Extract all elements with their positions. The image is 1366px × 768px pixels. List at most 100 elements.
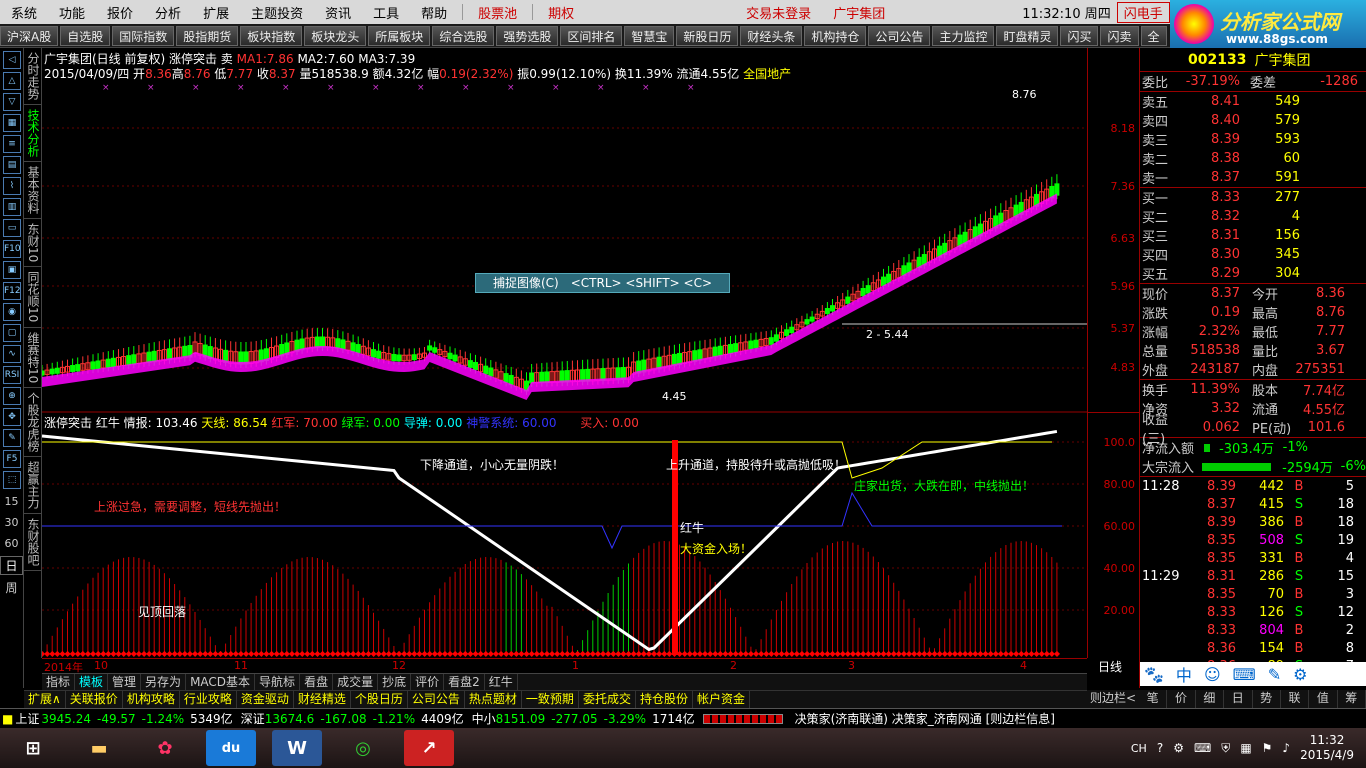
toolbar-button[interactable]: 财经头条	[740, 25, 803, 46]
toolbar-button[interactable]: 强势选股	[496, 25, 559, 46]
zoom-icon[interactable]: ⊕	[3, 387, 21, 405]
record-icon[interactable]: ◉	[3, 303, 21, 321]
indicator-tab[interactable]: 评价	[411, 674, 445, 690]
sidebar-toggle[interactable]: 则边栏<	[1087, 690, 1139, 708]
extension-tab[interactable]: 一致预期	[522, 691, 579, 708]
order-row[interactable]: 买五 8.29 304	[1140, 264, 1366, 283]
quote-tab[interactable]: 笔	[1139, 690, 1168, 708]
toolbar-button[interactable]: 自选股	[60, 25, 111, 46]
order-row[interactable]: 卖五 8.41 549	[1140, 92, 1366, 111]
vertical-tab[interactable]: 东财10	[24, 219, 42, 268]
vertical-tab[interactable]: 分时走势	[24, 48, 42, 105]
windows-start-icon[interactable]: ⊞	[8, 730, 58, 766]
toolbar-button[interactable]: 沪深A股	[0, 25, 59, 46]
quote-tab[interactable]: 值	[1309, 690, 1338, 708]
rsi-icon[interactable]: RSI	[3, 366, 21, 384]
pencil-icon[interactable]: ✎	[3, 429, 21, 447]
stockpool-button[interactable]: 股票池	[467, 3, 528, 22]
toolbar-button[interactable]: 主力监控	[932, 25, 995, 46]
wave-icon[interactable]: ∿	[3, 345, 21, 363]
vertical-tab[interactable]: 超赢主力	[24, 457, 42, 514]
toolbar-button[interactable]: 机构持仓	[804, 25, 867, 46]
down-arrow-icon[interactable]: ▽	[3, 93, 21, 111]
vertical-tab[interactable]: 技术分析	[24, 105, 42, 162]
f5-icon[interactable]: F5	[3, 450, 21, 468]
extension-tab[interactable]: 个股日历	[351, 691, 408, 708]
extension-tab[interactable]: 公司公告	[408, 691, 465, 708]
order-row[interactable]: 卖一 8.37 591	[1140, 168, 1366, 187]
vertical-tab[interactable]: 同花顺10	[24, 267, 42, 328]
toolbar-button[interactable]: 新股日历	[676, 25, 739, 46]
menu-help[interactable]: 帮助	[410, 3, 458, 22]
trade-login-status[interactable]: 交易未登录	[735, 3, 822, 22]
toolbar-button[interactable]: 所属板块	[368, 25, 431, 46]
order-row[interactable]: 买二 8.32 4	[1140, 207, 1366, 226]
toolbar-button[interactable]: 股指期货	[176, 25, 239, 46]
f10-icon[interactable]: F10	[3, 240, 21, 258]
pen-icon[interactable]: ✎	[1268, 665, 1281, 684]
toolbar-button[interactable]: 综合选股	[432, 25, 495, 46]
menu-system[interactable]: 系统	[0, 3, 48, 22]
indicator-tab[interactable]: MACD基本	[186, 674, 256, 690]
tray-clock[interactable]: 11:32 2015/4/9	[1300, 733, 1354, 763]
gift-app-icon[interactable]: ✿	[140, 730, 190, 766]
indicator-tab[interactable]: 另存为	[141, 674, 187, 690]
flag-icon[interactable]: ⚑	[1262, 741, 1273, 755]
flash-trade-button[interactable]: 闪电手	[1116, 1, 1170, 23]
indicator-tab[interactable]: 管理	[108, 674, 142, 690]
line-chart-icon[interactable]: ⌇	[3, 177, 21, 195]
baidu-app-icon[interactable]: du	[206, 730, 256, 766]
toolbar-button[interactable]: 闪卖	[1100, 25, 1139, 46]
quote-tab[interactable]: 势	[1253, 690, 1281, 708]
extension-tab[interactable]: 扩展∧	[24, 691, 66, 708]
file-explorer-icon[interactable]: ▬	[74, 730, 124, 766]
menu-theme[interactable]: 主题投资	[240, 3, 314, 22]
kline-chart[interactable]: × × × × × × × × × × × × × ×◆◆◆◆◆◆◆◆◆◆◆◆◆◆◆◆◆◆◆◆◆◆◆◆◆◆…	[42, 48, 1087, 658]
network-icon[interactable]: ▦	[1240, 741, 1251, 755]
toolbar-button[interactable]: 智慧宝	[624, 25, 675, 46]
order-row[interactable]: 买一 8.33 277	[1140, 188, 1366, 207]
window-icon[interactable]: ▭	[3, 219, 21, 237]
extension-tab[interactable]: 帐户资金	[693, 691, 750, 708]
quote-tab[interactable]: 细	[1196, 690, 1225, 708]
f12-icon[interactable]: F12	[3, 282, 21, 300]
extension-tab[interactable]: 财经精选	[294, 691, 351, 708]
extension-tab[interactable]: 委托成交	[579, 691, 636, 708]
period-week[interactable]: 周	[0, 579, 23, 596]
quote-tab[interactable]: 价	[1167, 690, 1196, 708]
toolbar-button[interactable]: 板块指数	[240, 25, 303, 46]
move-icon[interactable]: ✥	[3, 408, 21, 426]
indicator-tab[interactable]: 指标	[42, 674, 76, 690]
indicator-tab[interactable]: 模板	[75, 674, 109, 690]
indicator-tab[interactable]: 成交量	[333, 674, 379, 690]
indicator-tab[interactable]: 看盘2	[444, 674, 485, 690]
menu-quote[interactable]: 报价	[96, 3, 144, 22]
toolbar-button[interactable]: 国际指数	[112, 25, 175, 46]
help-icon[interactable]: ?	[1157, 741, 1163, 755]
toolbar-button[interactable]: 闪买	[1060, 25, 1099, 46]
extension-tab[interactable]: 机构攻略	[123, 691, 180, 708]
trading-app-icon[interactable]: ↗	[404, 730, 454, 766]
monitor-icon[interactable]: ▢	[3, 324, 21, 342]
toolbar-button[interactable]: 全	[1140, 25, 1167, 46]
server-info[interactable]: 决策家(济南联通) 决策家_济南网通 [则边栏信息]	[795, 710, 1055, 727]
toolbar-button[interactable]: 区间排名	[560, 25, 623, 46]
table-icon[interactable]: ▤	[3, 156, 21, 174]
paw-icon[interactable]: 🐾	[1144, 665, 1164, 684]
grid-icon[interactable]: ▦	[3, 114, 21, 132]
quote-tab[interactable]: 筹	[1338, 690, 1366, 708]
toolbar-button[interactable]: 盯盘精灵	[996, 25, 1059, 46]
quote-tab[interactable]: 联	[1281, 690, 1310, 708]
calendar-icon[interactable]: ▣	[3, 261, 21, 279]
options-button[interactable]: 期权	[537, 3, 585, 22]
browser-icon[interactable]: ◎	[338, 730, 388, 766]
bar-chart-icon[interactable]: ▥	[3, 198, 21, 216]
select-icon[interactable]: ⬚	[3, 471, 21, 489]
order-row[interactable]: 卖二 8.38 60	[1140, 149, 1366, 168]
vertical-tab[interactable]: 个股龙虎榜	[24, 388, 42, 457]
keyboard-icon[interactable]: ⌨	[1233, 665, 1256, 684]
period-15[interactable]: 15	[0, 495, 23, 508]
menu-extend[interactable]: 扩展	[192, 3, 240, 22]
vertical-tab[interactable]: 东财股吧	[24, 514, 42, 571]
volume-icon[interactable]: ♪	[1282, 741, 1290, 755]
